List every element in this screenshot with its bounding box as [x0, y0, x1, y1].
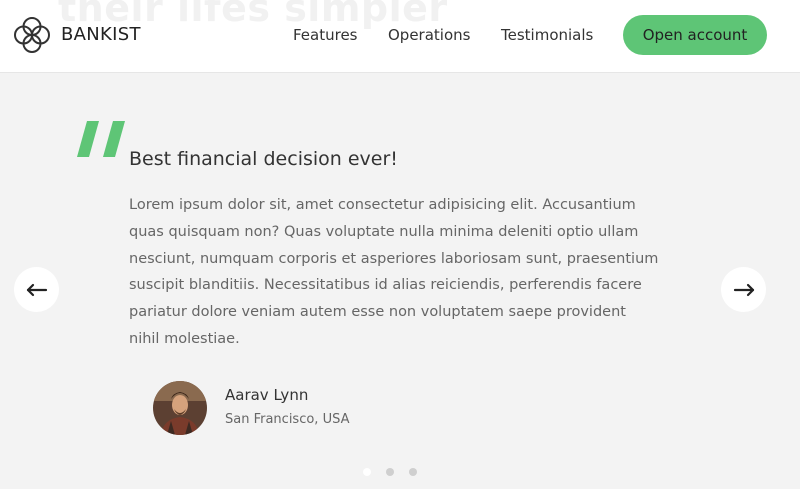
slider-dot-2[interactable] — [386, 468, 394, 476]
slider-prev-button[interactable] — [14, 267, 59, 312]
author-photo — [153, 381, 207, 435]
nav-link-operations[interactable]: Operations — [388, 26, 470, 44]
slider-next-button[interactable] — [721, 267, 766, 312]
author-name: Aarav Lynn — [225, 386, 309, 404]
slider-dots — [363, 468, 417, 476]
nav-link-features[interactable]: Features — [293, 26, 358, 44]
author-avatar — [153, 381, 207, 435]
nav-link-testimonials[interactable]: Testimonials — [501, 26, 593, 44]
arrow-left-icon — [26, 283, 47, 296]
bankist-logo-icon[interactable] — [13, 16, 51, 54]
brand-name[interactable]: BANKIST — [61, 24, 141, 45]
navbar: their lifes simpler BANKIST Features Ope… — [0, 0, 800, 73]
author-location: San Francisco, USA — [225, 412, 350, 427]
testimonial-text: Lorem ipsum dolor sit, amet consectetur … — [129, 197, 659, 347]
open-account-button[interactable]: Open account — [623, 15, 767, 55]
slider-dot-1[interactable] — [363, 468, 371, 476]
quote-mark-icon — [77, 121, 125, 157]
slider-dot-3[interactable] — [409, 468, 417, 476]
testimonial-title: Best financial decision ever! — [129, 148, 398, 170]
arrow-right-icon — [733, 283, 754, 296]
